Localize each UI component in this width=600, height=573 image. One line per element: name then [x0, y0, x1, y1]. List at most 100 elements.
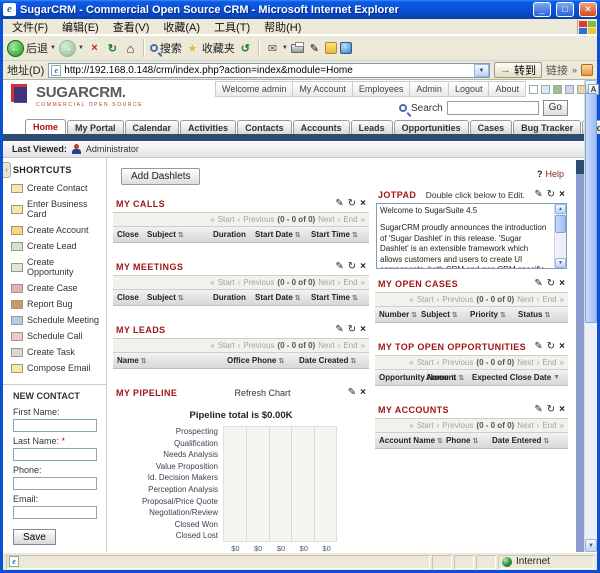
edit-dashlet-icon[interactable]: ✎ — [348, 387, 356, 398]
menu-edit[interactable]: 编辑(E) — [55, 18, 106, 36]
column-close[interactable]: Close — [117, 230, 147, 239]
shortcut-create-opportunity[interactable]: Create Opportunity — [3, 254, 106, 280]
link-about[interactable]: About — [489, 81, 526, 97]
pagination-start[interactable]: Start — [218, 278, 235, 287]
refresh-dashlet-icon[interactable]: ↻ — [547, 341, 555, 352]
last-page-icon[interactable]: » — [361, 215, 365, 224]
next-page-icon[interactable]: › — [537, 358, 540, 367]
next-page-icon[interactable]: › — [338, 215, 341, 224]
column-start-date[interactable]: Start Date⇅ — [255, 230, 311, 239]
jotpad-scrollbar[interactable]: ▲ ▼ — [554, 204, 566, 268]
pagination-previous[interactable]: Previous — [442, 295, 473, 304]
menu-favorites[interactable]: 收藏(A) — [156, 18, 207, 36]
shortcut-create-account[interactable]: Create Account — [3, 222, 106, 238]
refresh-dashlet-icon[interactable]: ↻ — [348, 324, 356, 335]
discuss-button[interactable] — [340, 42, 352, 54]
favorites-button[interactable]: ★ 收藏夹 — [185, 40, 235, 56]
menu-view[interactable]: 查看(V) — [106, 18, 157, 36]
next-page-icon[interactable]: › — [338, 278, 341, 287]
stop-button[interactable]: × — [87, 41, 102, 56]
back-dropdown-icon[interactable]: ▼ — [50, 45, 56, 51]
pagination-end[interactable]: End — [542, 295, 556, 304]
prev-page-icon[interactable]: ‹ — [437, 295, 440, 304]
shortcut-schedule-meeting[interactable]: Schedule Meeting — [3, 312, 106, 328]
messenger-button[interactable] — [325, 42, 337, 54]
shortcut-report-bug[interactable]: Report Bug — [3, 296, 106, 312]
last-viewed-administrator-link[interactable]: Administrator — [86, 144, 139, 154]
column-duration[interactable]: Duration — [213, 293, 255, 302]
scroll-down-icon[interactable]: ▼ — [555, 258, 566, 268]
close-dashlet-icon[interactable]: × — [360, 261, 366, 272]
print-button[interactable] — [291, 44, 304, 53]
column-office-phone[interactable]: Office Phone⇅ — [227, 356, 299, 365]
tab-home[interactable]: Home — [25, 119, 66, 134]
column-expected-close-date[interactable]: Expected Close Date▼ — [472, 373, 564, 382]
first-page-icon[interactable]: « — [409, 358, 413, 367]
links-chevron-icon[interactable]: » — [572, 65, 577, 75]
forward-dropdown-icon[interactable]: ▼ — [78, 45, 84, 51]
pagination-end[interactable]: End — [343, 215, 357, 224]
page-scrollbar[interactable]: ▲ ▼ — [584, 80, 597, 552]
first-page-icon[interactable]: « — [210, 215, 214, 224]
column-duration[interactable]: Duration — [213, 230, 255, 239]
pagination-previous[interactable]: Previous — [243, 278, 274, 287]
menu-help[interactable]: 帮助(H) — [257, 18, 308, 36]
edit-button[interactable]: ✎ — [307, 41, 322, 56]
tab-activities[interactable]: Activities — [180, 120, 236, 134]
prev-page-icon[interactable]: ‹ — [238, 278, 241, 287]
pagination-end[interactable]: End — [343, 278, 357, 287]
close-button[interactable]: ✕ — [579, 2, 597, 17]
edit-dashlet-icon[interactable]: ✎ — [335, 324, 343, 335]
tab-contacts[interactable]: Contacts — [237, 120, 292, 134]
tab-calendar[interactable]: Calendar — [125, 120, 180, 134]
column-account-name[interactable]: Account Name⇅ — [379, 436, 446, 445]
link-admin[interactable]: Admin — [410, 81, 449, 97]
theme-swatch[interactable] — [541, 85, 550, 94]
column-subject[interactable]: Subject⇅ — [421, 310, 470, 319]
save-button[interactable]: Save — [13, 529, 56, 545]
tab-leads[interactable]: Leads — [351, 120, 393, 134]
pagination-start[interactable]: Start — [218, 341, 235, 350]
sidebar-collapse-handle[interactable]: ‹ — [3, 162, 11, 178]
column-opportunity-name[interactable]: Opportunity Name⇅ — [379, 373, 426, 382]
refresh-dashlet-icon[interactable]: ↻ — [348, 261, 356, 272]
history-button[interactable]: ↺ — [238, 41, 253, 56]
pagination-previous[interactable]: Previous — [243, 341, 274, 350]
refresh-chart-link[interactable]: Refresh Chart — [177, 388, 348, 398]
phone-input[interactable] — [13, 477, 97, 490]
site-search-go-button[interactable]: Go — [543, 100, 568, 116]
close-dashlet-icon[interactable]: × — [360, 387, 366, 398]
add-dashlets-button[interactable]: Add Dashlets — [121, 168, 200, 185]
refresh-dashlet-icon[interactable]: ↻ — [547, 278, 555, 289]
first-page-icon[interactable]: « — [210, 278, 214, 287]
edit-dashlet-icon[interactable]: ✎ — [534, 278, 542, 289]
column-close[interactable]: Close — [117, 293, 147, 302]
mail-dropdown-icon[interactable]: ▼ — [282, 45, 288, 51]
next-page-icon[interactable]: › — [537, 295, 540, 304]
scroll-up-icon[interactable]: ▲ — [555, 204, 566, 214]
first-page-icon[interactable]: « — [210, 341, 214, 350]
column-subject[interactable]: Subject⇅ — [147, 230, 213, 239]
pagination-previous[interactable]: Previous — [243, 215, 274, 224]
pagination-start[interactable]: Start — [417, 358, 434, 367]
edit-dashlet-icon[interactable]: ✎ — [335, 198, 343, 209]
help-link[interactable]: ?Help — [375, 160, 568, 187]
edit-dashlet-icon[interactable]: ✎ — [534, 341, 542, 352]
maximize-button[interactable]: □ — [556, 2, 574, 17]
first-page-icon[interactable]: « — [409, 295, 413, 304]
tab-bug-tracker[interactable]: Bug Tracker — [513, 120, 581, 134]
home-button[interactable]: ⌂ — [123, 41, 138, 56]
link-logout[interactable]: Logout — [449, 81, 490, 97]
tab-cases[interactable]: Cases — [470, 120, 513, 134]
first-name-input[interactable] — [13, 419, 97, 432]
last-page-icon[interactable]: » — [361, 278, 365, 287]
refresh-dashlet-icon[interactable]: ↻ — [348, 198, 356, 209]
pagination-next[interactable]: Next — [517, 295, 533, 304]
site-search-input[interactable] — [447, 101, 539, 115]
shortcut-enter-business-card[interactable]: Enter Business Card — [3, 196, 106, 222]
scroll-thumb[interactable] — [585, 93, 597, 323]
refresh-dashlet-icon[interactable]: ↻ — [547, 404, 555, 415]
prev-page-icon[interactable]: ‹ — [238, 341, 241, 350]
column-date-entered[interactable]: Date Entered⇅ — [492, 436, 564, 445]
prev-page-icon[interactable]: ‹ — [437, 421, 440, 430]
